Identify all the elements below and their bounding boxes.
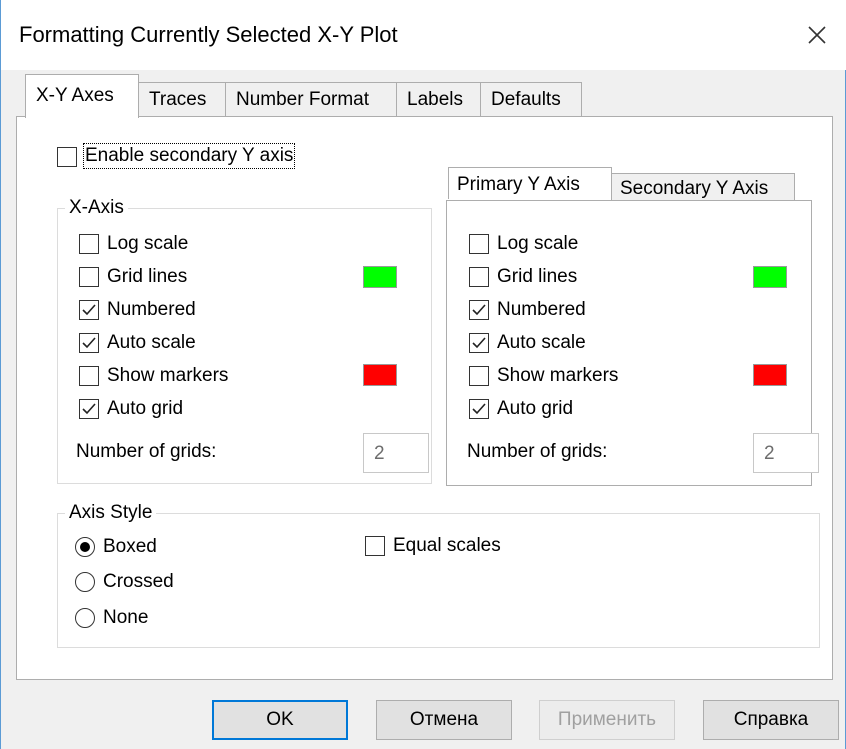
y-axis-option-label[interactable]: Log scale	[497, 233, 578, 255]
tab-defaults[interactable]: Defaults	[480, 82, 582, 116]
tab-traces[interactable]: Traces	[138, 82, 226, 116]
close-icon	[808, 26, 826, 44]
checkmark-icon	[472, 304, 486, 316]
tab-labels[interactable]: Labels	[396, 82, 481, 116]
y-axis-option-checkbox[interactable]	[469, 366, 489, 386]
x-num-grids-label: Number of grids:	[76, 441, 217, 462]
y-axis-option-label[interactable]: Show markers	[497, 365, 618, 387]
x-marker-color-swatch[interactable]	[363, 364, 397, 386]
y-axis-option-label[interactable]: Grid lines	[497, 266, 577, 288]
tab-xy-axes[interactable]: X-Y Axes	[25, 74, 139, 118]
checkmark-icon	[472, 403, 486, 415]
axis-style-radio[interactable]	[75, 572, 95, 592]
y-axis-option-label[interactable]: Auto scale	[497, 332, 586, 354]
axis-style-legend: Axis Style	[65, 502, 157, 524]
dialog-window: Formatting Currently Selected X-Y Plot X…	[0, 0, 846, 749]
equal-scales-label[interactable]: Equal scales	[393, 535, 501, 557]
checkmark-icon	[82, 304, 96, 316]
y-axis-option-checkbox[interactable]	[469, 399, 489, 419]
y-num-grids-label: Number of grids:	[467, 441, 608, 462]
secondary-axis-checkbox[interactable]	[57, 147, 77, 167]
tab-secondary-y-axis[interactable]: Secondary Y Axis	[611, 173, 795, 201]
title-bar: Formatting Currently Selected X-Y Plot	[1, 0, 846, 70]
close-button[interactable]	[787, 0, 846, 70]
x-num-grids-input[interactable]: 2	[363, 433, 429, 473]
axis-style-radio[interactable]	[75, 608, 95, 628]
x-axis-option-checkbox[interactable]	[79, 399, 99, 419]
y-num-grids-input[interactable]: 2	[753, 433, 819, 473]
x-axis-option-checkbox[interactable]	[79, 366, 99, 386]
y-axis-option-checkbox[interactable]	[469, 333, 489, 353]
axis-style-label[interactable]: Crossed	[103, 571, 174, 593]
x-axis-option-label[interactable]: Numbered	[107, 299, 196, 321]
x-axis-option-label[interactable]: Auto scale	[107, 332, 196, 354]
checkmark-icon	[472, 337, 486, 349]
x-axis-option-label[interactable]: Grid lines	[107, 266, 187, 288]
x-axis-option-checkbox[interactable]	[79, 300, 99, 320]
y-marker-color-swatch[interactable]	[753, 364, 787, 386]
tab-panel-xy-axes: Enable secondary Y axis X-Axis Log scale…	[16, 116, 833, 680]
y-axis-option-checkbox[interactable]	[469, 234, 489, 254]
equal-scales-checkbox[interactable]	[365, 536, 385, 556]
radio-dot-icon	[80, 542, 90, 552]
ok-button[interactable]: OK	[212, 700, 348, 740]
y-grid-color-swatch[interactable]	[753, 266, 787, 288]
apply-button[interactable]: Применить	[539, 700, 675, 740]
tab-primary-y-axis[interactable]: Primary Y Axis	[448, 167, 612, 199]
cancel-button[interactable]: Отмена	[376, 700, 512, 740]
axis-style-label[interactable]: Boxed	[103, 536, 157, 558]
x-axis-legend: X-Axis	[65, 197, 128, 219]
axis-style-label[interactable]: None	[103, 607, 148, 629]
x-axis-option-checkbox[interactable]	[79, 333, 99, 353]
x-axis-option-label[interactable]: Show markers	[107, 365, 228, 387]
help-button[interactable]: Справка	[703, 700, 839, 740]
x-grid-color-swatch[interactable]	[363, 266, 397, 288]
y-axis-option-label[interactable]: Auto grid	[497, 398, 573, 420]
checkmark-icon	[82, 337, 96, 349]
x-axis-option-checkbox[interactable]	[79, 234, 99, 254]
tab-number-format[interactable]: Number Format	[225, 82, 397, 116]
axis-style-radio[interactable]	[75, 537, 95, 557]
y-axis-option-checkbox[interactable]	[469, 267, 489, 287]
y-axis-option-checkbox[interactable]	[469, 300, 489, 320]
window-title: Formatting Currently Selected X-Y Plot	[19, 22, 398, 47]
checkmark-icon	[82, 403, 96, 415]
x-axis-option-checkbox[interactable]	[79, 267, 99, 287]
y-axis-option-label[interactable]: Numbered	[497, 299, 586, 321]
secondary-axis-label[interactable]: Enable secondary Y axis	[82, 143, 296, 169]
x-axis-option-label[interactable]: Log scale	[107, 233, 188, 255]
x-axis-option-label[interactable]: Auto grid	[107, 398, 183, 420]
